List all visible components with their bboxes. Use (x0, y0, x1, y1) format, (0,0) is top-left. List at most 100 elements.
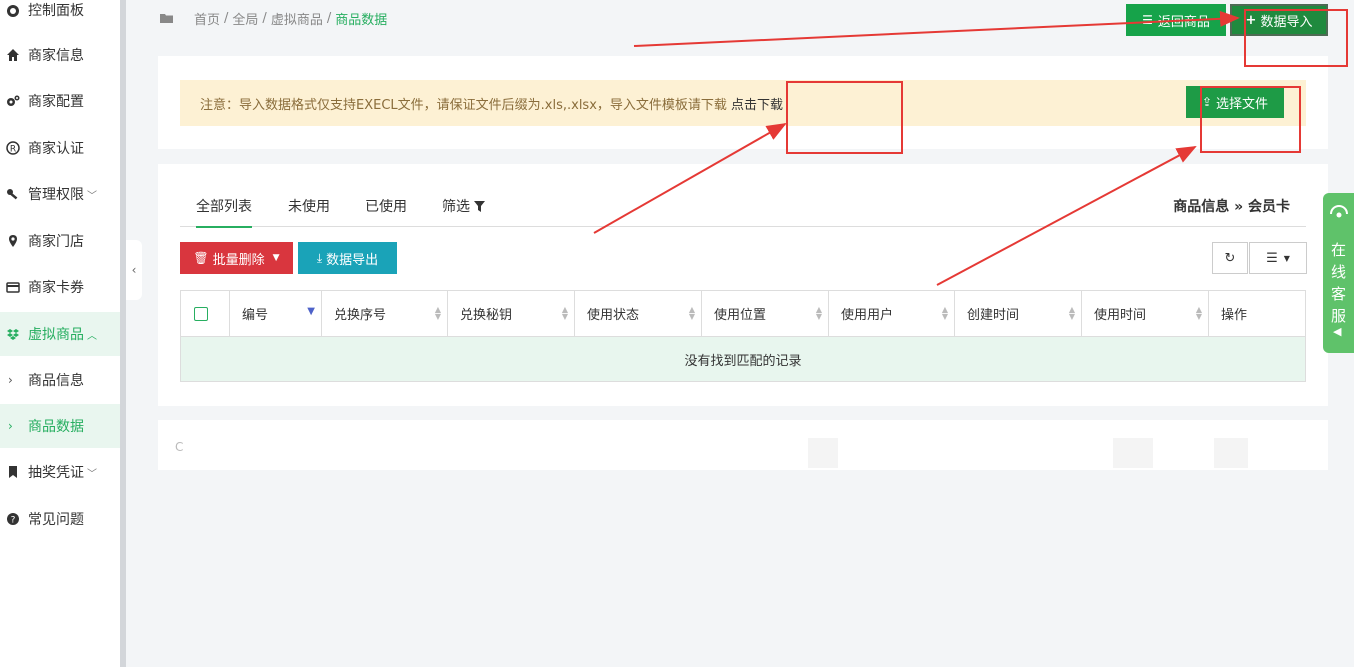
col-header-key[interactable]: 兑换秘钥 ▲ ▼ (448, 291, 575, 336)
data-import-button[interactable]: + 数据导入 (1230, 4, 1328, 36)
chevron-down-icon: ﹀ (87, 468, 97, 480)
col-label: 操作 (1221, 308, 1248, 323)
sidebar-item-dashboard[interactable]: 控制面板 (0, 0, 120, 32)
sidebar-item-label: 商家信息 (28, 48, 84, 64)
chevron-up-icon: ︿ (87, 330, 97, 342)
blurred-area (1113, 438, 1153, 468)
choose-file-button[interactable]: ⇪ 选择文件 (1186, 86, 1284, 118)
tab-used[interactable]: 已使用 (365, 196, 407, 216)
sidebar-item-label: 商品信息 (28, 373, 84, 389)
button-label: 批量删除 (212, 252, 265, 268)
sort-icon: ▲ ▼ (434, 305, 441, 321)
registered-icon: R (6, 141, 20, 155)
col-header-location[interactable]: 使用位置 ▲ ▼ (702, 291, 829, 336)
breadcrumb-separator: / (262, 10, 267, 26)
caret-down-icon: ▼ (272, 253, 280, 263)
col-header-used-time[interactable]: 使用时间 ▲ ▼ (1082, 291, 1209, 336)
sidebar-item-virtual-goods[interactable]: 虚拟商品 ︿ (0, 312, 120, 356)
tab-filter[interactable]: 筛选 (442, 196, 486, 216)
select-all-cell (181, 291, 230, 336)
sort-icon: ▲ ▼ (1068, 305, 1075, 321)
sidebar-item-permissions[interactable]: 管理权限 ﹀ (0, 172, 120, 216)
breadcrumb-separator: / (326, 10, 332, 26)
notice-text: 注意：导入数据格式仅支持EXECL文件，请保证文件后缀为.xls,.xlsx，导… (200, 98, 727, 113)
sidebar-item-lottery[interactable]: 抽奖凭证 ﹀ (0, 450, 120, 494)
chevron-left-icon: ‹ (131, 263, 137, 277)
col-label: 编号 (242, 308, 269, 323)
sort-icon: ▲ ▼ (1195, 305, 1202, 321)
blurred-area (1214, 438, 1248, 468)
sidebar-item-label: 商家门店 (28, 234, 84, 250)
sidebar-item-merchant-info[interactable]: 商家信息 (0, 33, 120, 77)
trash-icon: 🗑 (193, 251, 209, 265)
col-label: 使用用户 (841, 308, 894, 323)
credit-card-icon (6, 280, 20, 294)
sidebar-item-coupons[interactable]: 商家卡券 (0, 265, 120, 309)
sort-icon: ▲ ▼ (688, 305, 695, 321)
list-icon: ☰ (1266, 250, 1278, 266)
sort-icon: ▲ ▼ (941, 305, 948, 321)
svg-text:?: ? (11, 516, 16, 526)
sidebar-scrollbar[interactable] (120, 0, 126, 667)
button-label: 选择文件 (1216, 96, 1269, 112)
chevron-right-icon: › (8, 419, 13, 433)
sidebar-item-label: 抽奖凭证 (28, 465, 84, 481)
key-icon (6, 187, 20, 201)
list-icon: ☰ (1142, 13, 1153, 27)
tab-filter-label: 筛选 (442, 199, 470, 215)
download-template-link[interactable]: 点击下载 (731, 98, 783, 113)
sort-icon: ▲ ▼ (815, 305, 822, 321)
breadcrumb-virtual-goods[interactable]: 虚拟商品 (271, 9, 323, 28)
button-label: 数据导入 (1260, 14, 1313, 30)
sidebar-item-label: 商品数据 (28, 419, 84, 435)
question-circle-icon: ? (6, 512, 20, 526)
plus-icon: + (1245, 12, 1257, 28)
refresh-icon: ↻ (1224, 250, 1236, 266)
col-header-status[interactable]: 使用状态 ▲ ▼ (575, 291, 702, 336)
sidebar-item-faq[interactable]: ? 常见问题 (0, 497, 120, 541)
breadcrumb-current: 商品数据 (335, 12, 388, 28)
caret-down-icon: ▼ (1283, 253, 1290, 263)
refresh-button[interactable]: ↻ (1212, 242, 1248, 274)
breadcrumb: 首页 / 全局 / 虚拟商品 / 商品数据 (160, 8, 387, 28)
col-label: 使用状态 (587, 308, 640, 323)
tab-bar: 全部列表 未使用 已使用 筛选 商品信息 » 会员卡 (180, 186, 1306, 228)
download-icon: ⤓ (316, 250, 323, 265)
chat-bubble-icon (1328, 203, 1350, 225)
sidebar-item-merchant-auth[interactable]: R 商家认证 (0, 126, 120, 170)
batch-delete-button[interactable]: 🗑 批量删除 ▼ (180, 242, 293, 274)
columns-toggle-button[interactable]: ☰ ▼ (1249, 242, 1307, 274)
select-all-checkbox[interactable] (194, 306, 208, 321)
sidebar-item-label: 商家配置 (28, 94, 84, 110)
col-header-id[interactable]: 编号 ▼ (230, 291, 322, 336)
tab-unused[interactable]: 未使用 (288, 196, 330, 216)
context-crumb: 商品信息 » 会员卡 (1173, 199, 1290, 215)
data-export-button[interactable]: ⤓ 数据导出 (298, 242, 397, 274)
sidebar-item-merchant-config[interactable]: 商家配置 (0, 79, 120, 123)
sidebar-item-label: 商家卡券 (28, 280, 84, 296)
sidebar-subitem-goods-data[interactable]: › 商品数据 (0, 404, 120, 448)
sidebar-item-label: 商家认证 (28, 141, 84, 157)
map-marker-icon (6, 234, 20, 248)
tab-all[interactable]: 全部列表 (196, 196, 252, 228)
sidebar-item-label: 控制面板 (28, 3, 84, 19)
col-header-created[interactable]: 创建时间 ▲ ▼ (955, 291, 1082, 336)
online-support-tab[interactable]: 在线客服 ◀ (1323, 193, 1354, 353)
breadcrumb-global[interactable]: 全局 (232, 9, 258, 28)
breadcrumb-home[interactable]: 首页 (194, 9, 220, 28)
sidebar: 控制面板 商家信息 商家配置 R 商家认证 管理权限 ﹀ 商家门店 商家卡券 虚… (0, 0, 120, 667)
chevron-right-icon: › (8, 373, 13, 387)
sidebar-subitem-goods-info[interactable]: › 商品信息 (0, 358, 120, 402)
blurred-area (808, 438, 838, 468)
button-label: 返回商品 (1157, 14, 1210, 30)
col-header-serial[interactable]: 兑换序号 ▲ ▼ (322, 291, 448, 336)
sidebar-item-stores[interactable]: 商家门店 (0, 219, 120, 263)
sidebar-item-label: 常见问题 (28, 512, 84, 528)
bookmark-icon (6, 465, 20, 479)
col-label: 使用位置 (714, 308, 767, 323)
col-label: 兑换序号 (334, 308, 387, 323)
button-label: 数据导出 (326, 252, 379, 268)
back-to-goods-button[interactable]: ☰ 返回商品 (1126, 4, 1226, 36)
sidebar-collapse-button[interactable]: ‹ (126, 240, 142, 300)
col-header-user[interactable]: 使用用户 ▲ ▼ (829, 291, 955, 336)
